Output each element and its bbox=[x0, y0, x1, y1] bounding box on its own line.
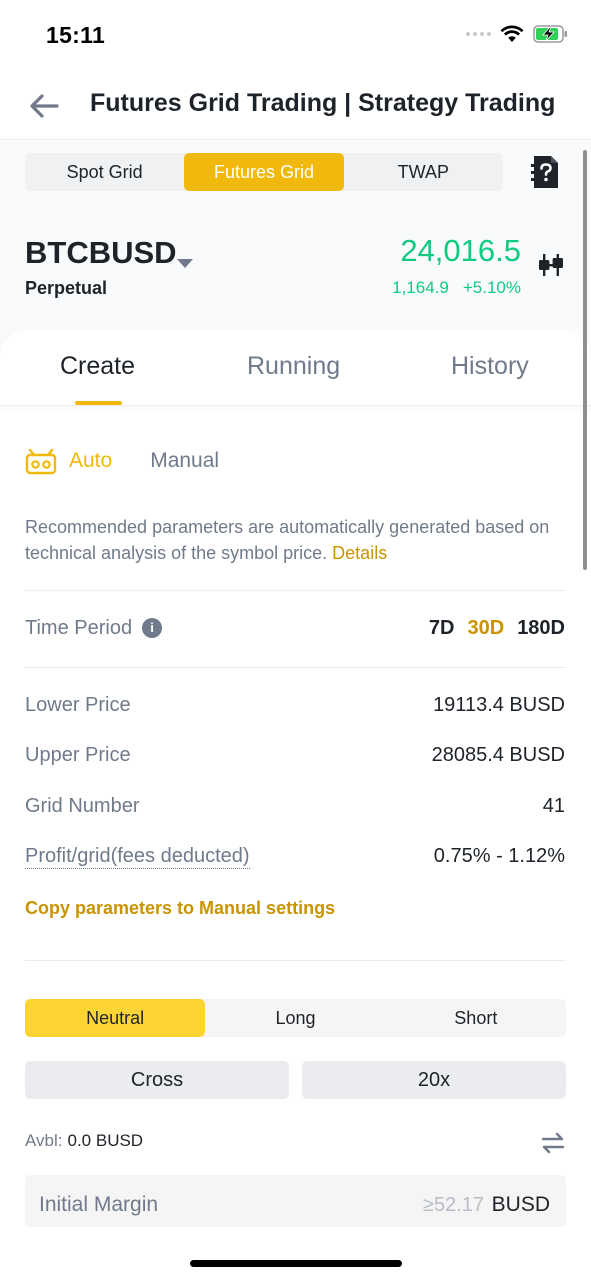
lower-price-value: 19113.4 BUSD bbox=[433, 694, 565, 716]
recommendation-description: Recommended parameters are automatically… bbox=[25, 514, 570, 566]
time-period-row: Time Period i bbox=[25, 617, 163, 640]
period-180d[interactable]: 180D bbox=[517, 617, 565, 640]
active-tab-indicator bbox=[75, 401, 122, 405]
available-balance: Avbl: 0.0 BUSD bbox=[25, 1131, 143, 1151]
initial-margin-placeholder: ≥52.17 bbox=[422, 1194, 484, 1216]
profit-grid-label[interactable]: Profit/grid(fees deducted) bbox=[25, 845, 250, 869]
leverage-button[interactable]: 20x bbox=[302, 1061, 566, 1099]
nav-header: Futures Grid Trading | Strategy Trading bbox=[0, 70, 591, 140]
price-change-absolute: 1,164.9 bbox=[392, 278, 449, 297]
mode-selector: Auto Manual bbox=[25, 444, 219, 478]
status-bar: 15:11 bbox=[0, 0, 591, 70]
tab-history[interactable]: History bbox=[451, 352, 529, 381]
period-30d[interactable]: 30D bbox=[467, 617, 504, 640]
direction-long[interactable]: Long bbox=[205, 999, 385, 1037]
help-document-icon bbox=[531, 156, 558, 188]
mode-auto-label: Auto bbox=[69, 449, 113, 472]
home-indicator[interactable] bbox=[190, 1260, 402, 1267]
kline-chart-button[interactable] bbox=[537, 251, 565, 279]
status-icons bbox=[466, 24, 569, 44]
upper-price-value: 28085.4 BUSD bbox=[431, 744, 565, 766]
direction-selector: Neutral Long Short bbox=[25, 999, 566, 1037]
direction-short[interactable]: Short bbox=[386, 999, 566, 1037]
scrollbar[interactable] bbox=[583, 150, 587, 570]
divider bbox=[25, 667, 566, 668]
status-time: 15:11 bbox=[46, 22, 106, 48]
price-change: 1,164.9 +5.10% bbox=[392, 278, 521, 298]
available-value: 0.0 BUSD bbox=[67, 1131, 144, 1150]
initial-margin-unit: BUSD bbox=[491, 1193, 550, 1216]
profit-grid-label-wrap: Profit/grid(fees deducted) bbox=[25, 845, 250, 869]
mode-manual[interactable]: Manual bbox=[150, 449, 219, 473]
initial-margin-label: Initial Margin bbox=[39, 1193, 159, 1216]
tab-futures-grid[interactable]: Futures Grid bbox=[184, 153, 344, 191]
tab-create[interactable]: Create bbox=[60, 352, 135, 381]
upper-price-label: Upper Price bbox=[25, 744, 131, 766]
details-link[interactable]: Details bbox=[332, 543, 387, 563]
contract-type: Perpetual bbox=[25, 278, 108, 298]
time-period-label: Time Period bbox=[25, 617, 133, 639]
last-price: 24,016.5 bbox=[400, 233, 521, 268]
tab-running[interactable]: Running bbox=[247, 352, 340, 381]
price-change-percent: +5.10% bbox=[462, 278, 521, 297]
initial-margin-input[interactable]: Initial Margin ≥52.17 BUSD bbox=[25, 1175, 566, 1227]
divider bbox=[25, 590, 566, 591]
symbol-dropdown-caret-icon[interactable] bbox=[177, 259, 193, 268]
candlestick-chart-icon bbox=[539, 254, 563, 276]
margin-mode-button[interactable]: Cross bbox=[25, 1061, 289, 1099]
robot-icon bbox=[25, 448, 57, 475]
main-tabs: Create Running History bbox=[0, 330, 591, 406]
battery-charging-icon bbox=[533, 25, 567, 43]
period-7d[interactable]: 7D bbox=[429, 617, 455, 640]
mode-auto[interactable]: Auto bbox=[25, 447, 112, 475]
back-button[interactable] bbox=[26, 88, 62, 124]
wifi-icon bbox=[500, 25, 524, 42]
transfer-arrows-icon bbox=[541, 1132, 565, 1154]
info-icon[interactable]: i bbox=[142, 617, 163, 638]
tab-twap[interactable]: TWAP bbox=[344, 153, 503, 191]
profit-grid-value: 0.75% - 1.12% bbox=[433, 845, 565, 867]
tab-spot-grid[interactable]: Spot Grid bbox=[25, 153, 184, 191]
grid-number-label: Grid Number bbox=[25, 795, 140, 817]
grid-number-value: 41 bbox=[542, 795, 565, 817]
strategy-type-selector: Spot Grid Futures Grid TWAP bbox=[25, 153, 503, 191]
cellular-signal-icon bbox=[466, 32, 491, 36]
copy-params-link[interactable]: Copy parameters to Manual settings bbox=[25, 898, 335, 919]
transfer-button[interactable] bbox=[540, 1130, 566, 1156]
description-text: Recommended parameters are automatically… bbox=[25, 517, 550, 563]
back-arrow-icon bbox=[30, 94, 59, 118]
available-label: Avbl: bbox=[25, 1131, 63, 1150]
help-button[interactable] bbox=[531, 155, 561, 189]
divider bbox=[25, 960, 566, 961]
symbol-name[interactable]: BTCBUSD bbox=[25, 235, 177, 271]
time-period-options: 7D 30D 180D bbox=[429, 617, 565, 640]
page-title: Futures Grid Trading | Strategy Trading bbox=[90, 89, 556, 117]
direction-neutral[interactable]: Neutral bbox=[25, 999, 206, 1037]
lower-price-label: Lower Price bbox=[25, 694, 131, 716]
